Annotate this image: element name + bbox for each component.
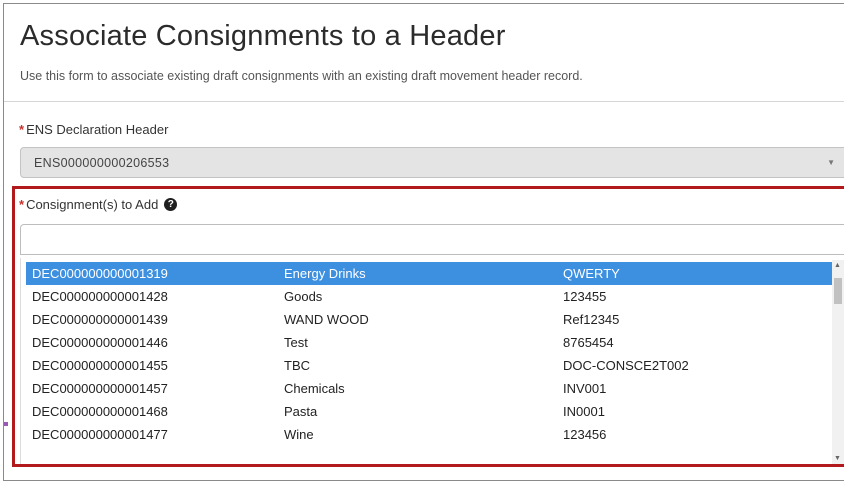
- page-title: Associate Consignments to a Header: [20, 20, 506, 52]
- consignment-reference: IN0001: [563, 404, 605, 419]
- consignment-option[interactable]: DEC000000000001428 Goods 123455: [26, 285, 835, 308]
- consignment-id: DEC000000000001319: [32, 266, 168, 281]
- chevron-down-icon[interactable]: ▼: [827, 158, 835, 167]
- side-marker: [4, 422, 8, 426]
- consignment-reference: 8765454: [563, 335, 614, 350]
- consignment-id: DEC000000000001455: [32, 358, 168, 373]
- required-marker: *: [19, 122, 25, 137]
- consignment-reference: 123455: [563, 289, 607, 304]
- consignment-option[interactable]: DEC000000000001446 Test 8765454: [26, 331, 835, 354]
- ens-header-label-text: ENS Declaration Header: [26, 122, 169, 137]
- consignment-description: Pasta: [284, 404, 318, 419]
- consignment-description: Energy Drinks: [284, 266, 366, 281]
- consignment-description: Chemicals: [284, 381, 345, 396]
- consignment-option[interactable]: DEC000000000001319 Energy Drinks QWERTY: [26, 262, 835, 285]
- consignment-option[interactable]: DEC000000000001455 TBC DOC-CONSCE2T002: [26, 354, 835, 377]
- question-circle-icon[interactable]: ?: [164, 198, 178, 211]
- consignment-option[interactable]: DEC000000000001457 Chemicals INV001: [26, 377, 835, 400]
- consignments-label-text: Consignment(s) to Add: [26, 197, 159, 212]
- consignment-description: Goods: [284, 289, 323, 304]
- ens-header-select[interactable]: ENS000000000206553 ▼: [20, 147, 844, 178]
- consignment-option[interactable]: DEC000000000001477 Wine 123456: [26, 423, 835, 446]
- consignment-id: DEC000000000001446: [32, 335, 168, 350]
- required-marker: *: [19, 197, 25, 212]
- consignment-reference: 123456: [563, 427, 607, 442]
- consignments-label: * Consignment(s) to Add ?: [19, 197, 178, 212]
- consignment-id: DEC000000000001477: [32, 427, 168, 442]
- consignment-id: DEC000000000001468: [32, 404, 168, 419]
- divider: [4, 101, 844, 102]
- consignment-id: DEC000000000001457: [32, 381, 168, 396]
- consignment-option[interactable]: DEC000000000001439 WAND WOOD Ref12345: [26, 308, 835, 331]
- ens-header-value: ENS000000000206553: [34, 156, 170, 170]
- consignment-reference: INV001: [563, 381, 607, 396]
- consignment-description: Wine: [284, 427, 314, 442]
- ens-header-label: * ENS Declaration Header: [19, 122, 168, 137]
- consignment-description: WAND WOOD: [284, 312, 369, 327]
- scroll-up-icon[interactable]: ▲: [834, 262, 841, 269]
- page-subtitle: Use this form to associate existing draf…: [20, 69, 583, 83]
- scroll-down-icon[interactable]: ▼: [834, 455, 841, 462]
- consignment-option[interactable]: DEC000000000001468 Pasta IN0001: [26, 400, 835, 423]
- consignment-id: DEC000000000001439: [32, 312, 168, 327]
- list-scrollbar[interactable]: ▲ ▼: [832, 260, 844, 464]
- consignment-description: TBC: [284, 358, 310, 373]
- consignment-id: DEC000000000001428: [32, 289, 168, 304]
- consignment-reference: Ref12345: [563, 312, 620, 327]
- consignment-dropdown-list: DEC000000000001319 Energy Drinks QWERTY DEC…: [20, 258, 844, 464]
- consignment-search-input[interactable]: [20, 224, 844, 255]
- consignment-description: Test: [284, 335, 308, 350]
- scroll-thumb[interactable]: [834, 278, 842, 304]
- consignment-reference: DOC-CONSCE2T002: [563, 358, 689, 373]
- consignment-reference: QWERTY: [563, 266, 620, 281]
